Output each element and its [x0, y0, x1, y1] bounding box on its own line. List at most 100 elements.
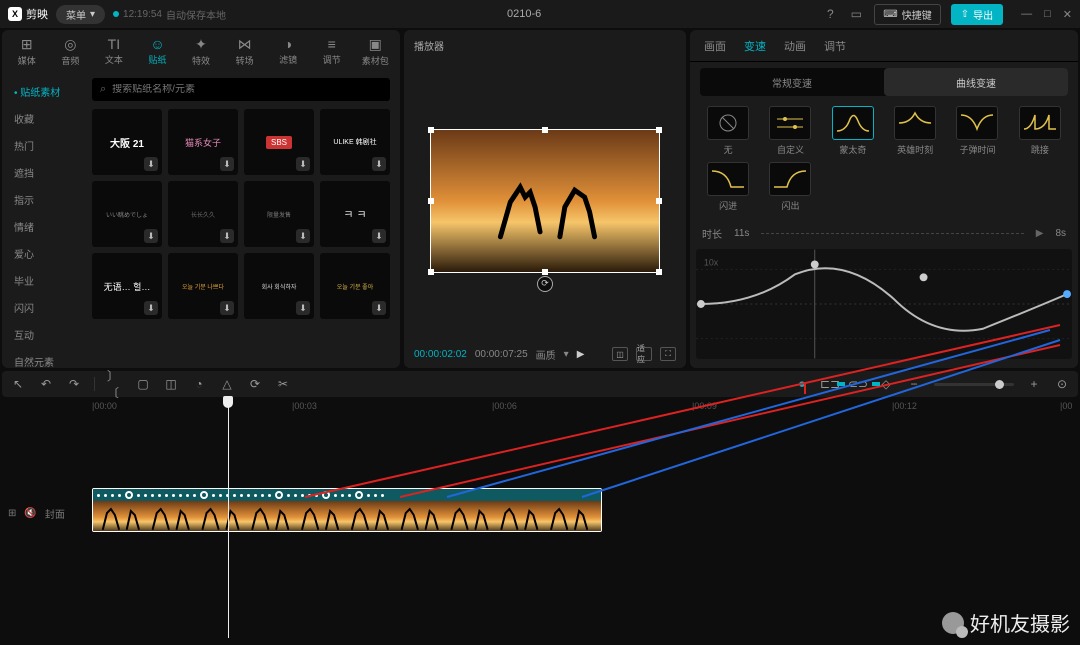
quality-label[interactable]: 画质: [536, 347, 556, 362]
maximize-icon[interactable]: □: [1044, 8, 1051, 21]
asset-tab-音频[interactable]: ◎音频: [50, 33, 92, 70]
crop-icon[interactable]: ✂: [275, 376, 291, 392]
sticker-item[interactable]: 大阪 21⬇: [92, 109, 162, 175]
sticker-item[interactable]: 限量发售⬇: [244, 181, 314, 247]
shortcut-button[interactable]: ⌨ 快捷键: [874, 4, 940, 25]
zoom-fit-icon[interactable]: ⊙: [1054, 376, 1070, 392]
asset-tab-素材包[interactable]: ▣素材包: [355, 33, 397, 70]
fullscreen-icon[interactable]: ⛶: [660, 347, 676, 361]
undo-icon[interactable]: ↶: [38, 376, 54, 392]
zoom-slider[interactable]: [934, 383, 1014, 386]
inspector-tab-画面[interactable]: 画面: [704, 38, 726, 54]
download-icon[interactable]: ⬇: [372, 301, 386, 315]
curve-preset-闪出[interactable]: 闪出: [762, 162, 818, 212]
mirror-icon[interactable]: △: [219, 376, 235, 392]
download-icon[interactable]: ⬇: [296, 157, 310, 171]
sticker-item[interactable]: 长长久久⬇: [168, 181, 238, 247]
speed-keyframe-icon[interactable]: [200, 491, 208, 499]
select-tool-icon[interactable]: ↖: [10, 376, 26, 392]
redo-icon[interactable]: ↷: [66, 376, 82, 392]
mic-icon[interactable]: ⏺: [794, 376, 810, 392]
download-icon[interactable]: ⬇: [144, 229, 158, 243]
menu-button[interactable]: 菜单 ▾: [56, 5, 105, 24]
download-icon[interactable]: ⬇: [220, 301, 234, 315]
track-toggle-icon[interactable]: ⊞: [8, 508, 16, 519]
timeline[interactable]: |00:00|00:03|00:06|00:09|00:12|00 ⊞ 🔇 封面: [0, 398, 1080, 638]
linkage-icon[interactable]: ⊂⊃: [850, 376, 866, 392]
category-自然元素[interactable]: 自然元素: [2, 348, 82, 368]
curve-preset-子弹时间[interactable]: 子弹时间: [949, 106, 1005, 156]
ratio-icon[interactable]: ◫: [612, 347, 628, 361]
sticker-item[interactable]: いい眺めでしょ⬇: [92, 181, 162, 247]
speed-keyframe-icon[interactable]: [355, 491, 363, 499]
download-icon[interactable]: ⬇: [296, 229, 310, 243]
speed-curve-graph[interactable]: 10x: [696, 249, 1072, 359]
download-icon[interactable]: ⬇: [220, 157, 234, 171]
curve-preset-跳接[interactable]: 跳接: [1012, 106, 1068, 156]
asset-tab-调节[interactable]: ≡调节: [311, 33, 353, 69]
export-button[interactable]: ⇧ 导出: [951, 4, 1003, 25]
category-毕业[interactable]: 毕业: [2, 267, 82, 294]
speed-keyframe-icon[interactable]: [125, 491, 133, 499]
rotate-handle-icon[interactable]: ⟳: [537, 276, 553, 292]
fit-button[interactable]: 适应: [636, 347, 652, 361]
speed-marker-strip[interactable]: [93, 489, 601, 501]
delete-right-icon[interactable]: ◫: [163, 376, 179, 392]
category-指示[interactable]: 指示: [2, 186, 82, 213]
sticker-item[interactable]: SBS⬇: [244, 109, 314, 175]
inspector-tab-变速[interactable]: 变速: [744, 38, 766, 54]
category-互动[interactable]: 互动: [2, 321, 82, 348]
sticker-item[interactable]: 오늘 기분 나쁘다⬇: [168, 253, 238, 319]
zoom-in-icon[interactable]: +: [1026, 376, 1042, 392]
timeline-ruler[interactable]: |00:00|00:03|00:06|00:09|00:12|00: [0, 398, 1080, 418]
asset-tab-滤镜[interactable]: ◑滤镜: [267, 33, 309, 69]
category-闪闪[interactable]: 闪闪: [2, 294, 82, 321]
curve-preset-无[interactable]: 无: [700, 106, 756, 156]
curve-preset-英雄时刻[interactable]: 英雄时刻: [887, 106, 943, 156]
download-icon[interactable]: ⬇: [144, 157, 158, 171]
sticker-item[interactable]: ㅋ ㅋ⬇: [320, 181, 390, 247]
preview-marker-icon[interactable]: ◇: [878, 376, 894, 392]
playhead[interactable]: [228, 398, 229, 638]
asset-tab-转场[interactable]: ⋈转场: [224, 33, 266, 70]
category-热门[interactable]: 热门: [2, 132, 82, 159]
sticker-item[interactable]: 회사 회식하자⬇: [244, 253, 314, 319]
search-input-wrap[interactable]: ⌕: [92, 78, 390, 101]
video-clip[interactable]: [92, 488, 602, 532]
curve-preset-闪进[interactable]: 闪进: [700, 162, 756, 212]
zoom-out-icon[interactable]: −: [906, 376, 922, 392]
asset-tab-媒体[interactable]: ⊞媒体: [6, 33, 48, 70]
chevron-down-icon[interactable]: ▾: [564, 349, 569, 360]
sticker-item[interactable]: ULIKE 韩剧社⬇: [320, 109, 390, 175]
search-input[interactable]: [112, 84, 382, 95]
speed-tab-曲线变速[interactable]: 曲线变速: [884, 68, 1068, 96]
play-icon[interactable]: ▶: [577, 349, 585, 360]
speed-icon[interactable]: ◔: [191, 376, 207, 392]
download-icon[interactable]: ⬇: [372, 229, 386, 243]
magnet-icon[interactable]: ⊏⊐: [822, 376, 838, 392]
category-情绪[interactable]: 情绪: [2, 213, 82, 240]
download-icon[interactable]: ⬇: [144, 301, 158, 315]
asset-tab-文本[interactable]: TI文本: [93, 33, 135, 69]
sticker-item[interactable]: 오늘 기분 좋아⬇: [320, 253, 390, 319]
sticker-item[interactable]: 猫系女子⬇: [168, 109, 238, 175]
download-icon[interactable]: ⬇: [220, 229, 234, 243]
sticker-item[interactable]: 无语… 헐…⬇: [92, 253, 162, 319]
download-icon[interactable]: ⬇: [296, 301, 310, 315]
minimize-icon[interactable]: —: [1021, 8, 1032, 21]
inspector-tab-调节[interactable]: 调节: [824, 38, 846, 54]
speed-tab-常规变速[interactable]: 常规变速: [700, 68, 884, 96]
rotate-icon[interactable]: ⟳: [247, 376, 263, 392]
mute-icon[interactable]: 🔇: [24, 508, 36, 519]
curve-preset-自定义[interactable]: 自定义: [762, 106, 818, 156]
category-收藏[interactable]: 收藏: [2, 105, 82, 132]
asset-tab-特效[interactable]: ✦特效: [180, 33, 222, 70]
speed-keyframe-icon[interactable]: [275, 491, 283, 499]
curve-preset-蒙太奇[interactable]: 蒙太奇: [825, 106, 881, 156]
category-爱心[interactable]: 爱心: [2, 240, 82, 267]
asset-tab-贴纸[interactable]: ☺贴纸: [137, 33, 179, 69]
inspector-tab-动画[interactable]: 动画: [784, 38, 806, 54]
preview-canvas[interactable]: ⟳: [430, 129, 660, 273]
layout-icon[interactable]: ▭: [848, 6, 864, 22]
delete-left-icon[interactable]: ▢: [135, 376, 151, 392]
